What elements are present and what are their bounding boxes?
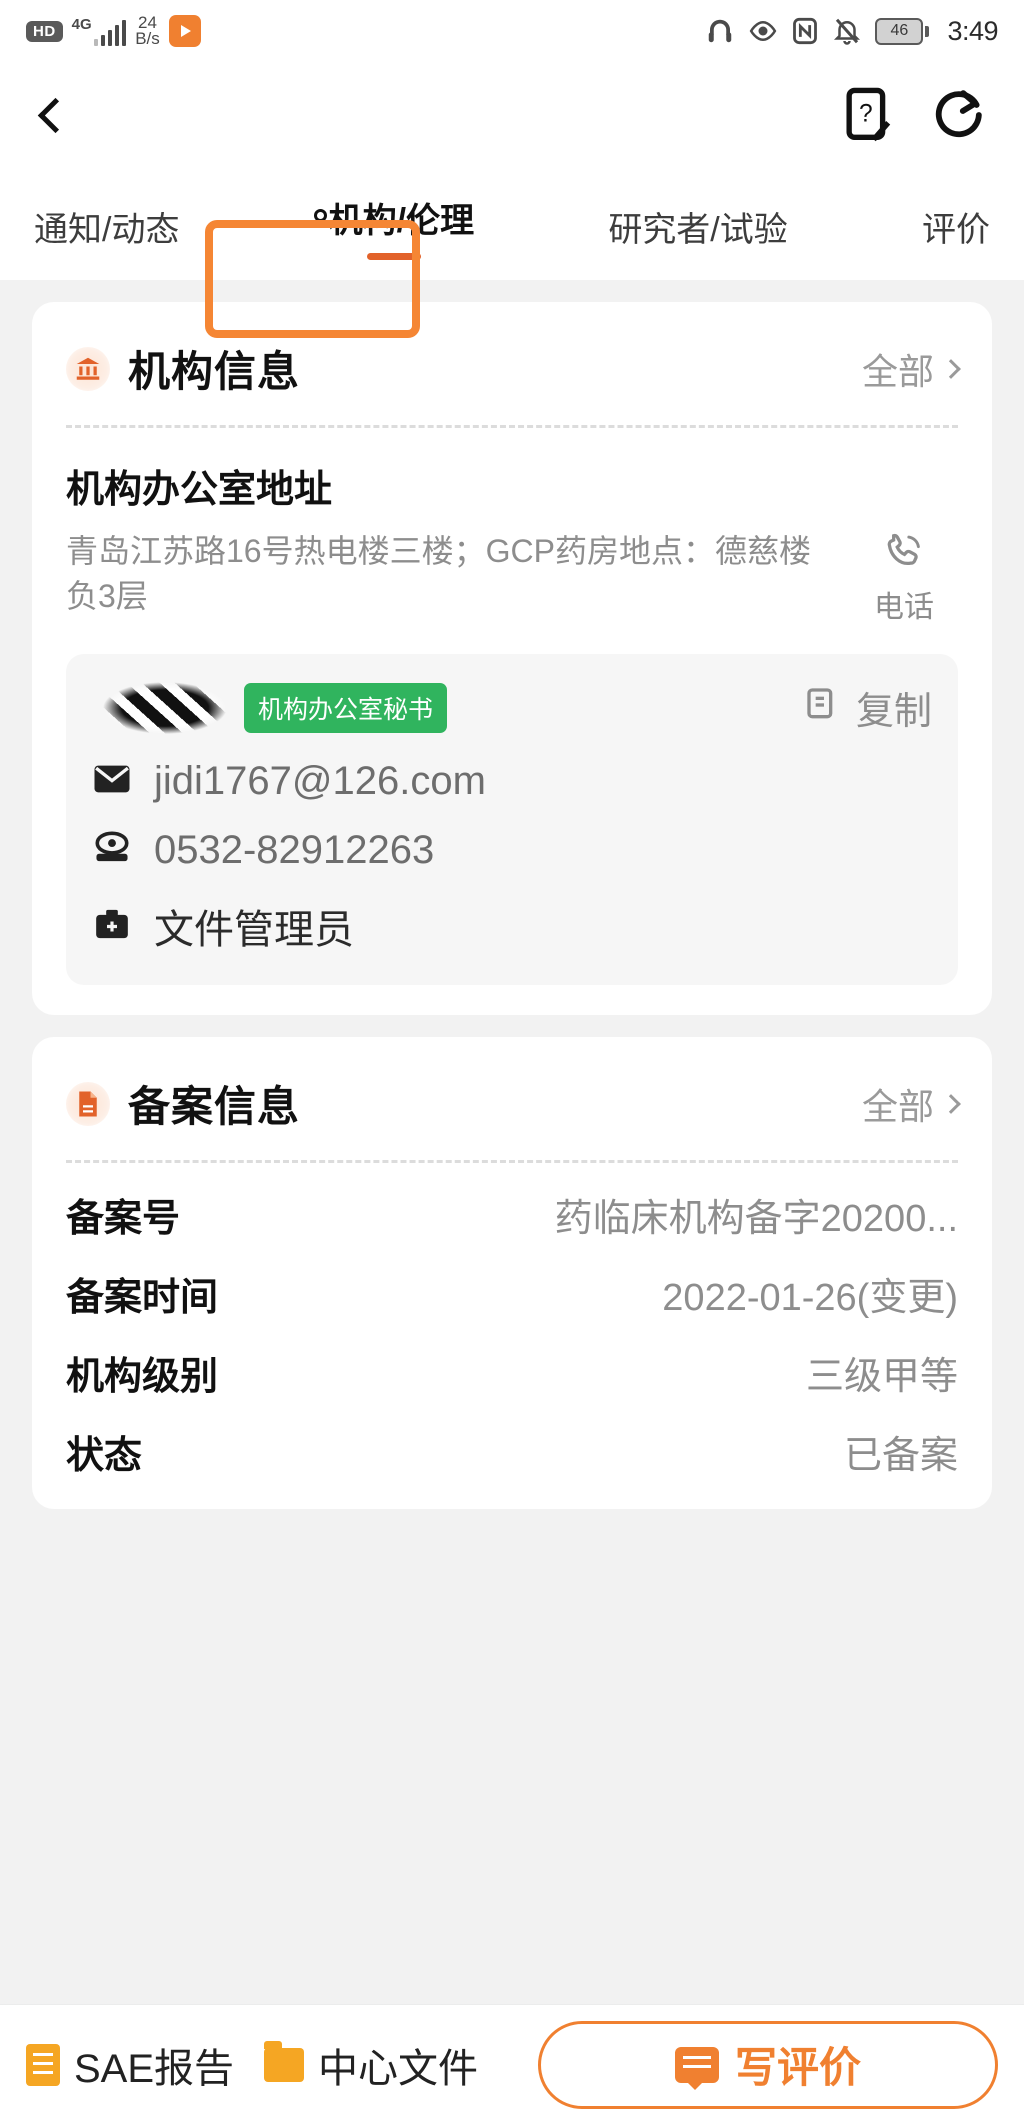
contact-phone: 0532-82912263 bbox=[154, 828, 434, 873]
record-value: 三级甲等 bbox=[806, 1345, 958, 1400]
contact-header: 机构办公室秘书 复制 bbox=[92, 680, 932, 735]
copy-icon bbox=[804, 685, 844, 730]
record-info-card: 备案信息 全部 备案号 药临床机构备字20200... 备案时间 2022-01… bbox=[32, 1037, 992, 1509]
institution-card-title: 机构信息 bbox=[66, 338, 300, 399]
svg-text:?: ? bbox=[859, 100, 873, 127]
table-row: 状态 已备案 bbox=[66, 1424, 958, 1479]
page-content: 机构信息 全部 机构办公室地址 青岛江苏路16号热电楼三楼；GCP药房地点：德慈… bbox=[0, 302, 1024, 1509]
contact-email: jidi1767@126.com bbox=[154, 759, 486, 804]
record-view-all-link[interactable]: 全部 bbox=[862, 1078, 958, 1130]
call-label: 电话 bbox=[874, 582, 934, 626]
network-speed: 24 B/s bbox=[135, 15, 160, 47]
network-type-label: 4G bbox=[72, 17, 92, 32]
document-icon bbox=[26, 2044, 60, 2086]
network-speed-unit: B/s bbox=[135, 29, 160, 48]
location-pin-icon bbox=[314, 209, 327, 222]
record-key: 备案时间 bbox=[66, 1266, 218, 1321]
institution-card-header: 机构信息 全部 bbox=[66, 338, 958, 399]
contact-name-redacted bbox=[100, 682, 230, 734]
chat-icon bbox=[675, 2047, 719, 2083]
tab-list: 通知/动态 机构/伦理 研究者/试验 评价 bbox=[0, 172, 1024, 280]
battery-level: 46 bbox=[891, 23, 909, 39]
bank-icon bbox=[66, 347, 110, 391]
copy-button[interactable]: 复制 bbox=[804, 680, 932, 735]
signal-icon: 4G bbox=[72, 17, 127, 46]
sae-report-label: SAE报告 bbox=[74, 2036, 234, 2094]
record-key: 机构级别 bbox=[66, 1345, 218, 1400]
help-feedback-icon[interactable]: ? bbox=[840, 86, 894, 149]
office-address-title: 机构办公室地址 bbox=[66, 458, 958, 513]
record-key: 备案号 bbox=[66, 1187, 180, 1242]
contact-email-row[interactable]: jidi1767@126.com bbox=[92, 759, 932, 804]
role-badge: 机构办公室秘书 bbox=[244, 683, 447, 733]
center-file-label: 中心文件 bbox=[318, 2036, 478, 2094]
record-key: 状态 bbox=[66, 1424, 142, 1479]
status-bar: HD 4G 24 B/s 46 3:49 bbox=[0, 0, 1024, 62]
nav-bar: ? bbox=[0, 62, 1024, 172]
office-address-row: 青岛江苏路16号热电楼三楼；GCP药房地点：德慈楼负3层 电话 bbox=[66, 529, 958, 626]
tab-label: 研究者/试验 bbox=[608, 202, 787, 251]
briefcase-icon bbox=[92, 905, 132, 948]
view-all-label: 全部 bbox=[862, 1078, 934, 1130]
chevron-right-icon bbox=[941, 359, 961, 379]
tab-label: 通知/动态 bbox=[34, 202, 179, 251]
tab-label: 机构/伦理 bbox=[329, 193, 474, 242]
record-value: 已备案 bbox=[844, 1424, 958, 1479]
record-value: 2022-01-26(变更) bbox=[662, 1266, 958, 1321]
back-icon[interactable] bbox=[34, 100, 68, 134]
battery-icon: 46 bbox=[875, 18, 929, 45]
clock: 3:49 bbox=[947, 16, 998, 47]
bottom-bar: SAE报告 中心文件 写评价 bbox=[0, 2004, 1024, 2124]
record-title: 备案信息 bbox=[128, 1073, 300, 1134]
mail-icon bbox=[92, 762, 132, 801]
call-button[interactable]: 电话 bbox=[850, 529, 958, 626]
table-row: 备案号 药临床机构备字20200... bbox=[66, 1187, 958, 1242]
page-title: 机构信息 bbox=[128, 338, 300, 399]
contact-role: 文件管理员 bbox=[154, 897, 354, 955]
divider bbox=[66, 425, 958, 428]
contact-box: 机构办公室秘书 复制 bbox=[66, 654, 958, 985]
contact-role-row: 文件管理员 bbox=[92, 897, 932, 955]
tab-notifications[interactable]: 通知/动态 bbox=[30, 202, 183, 251]
tab-active-indicator bbox=[367, 253, 421, 260]
refresh-icon[interactable] bbox=[932, 86, 990, 149]
table-row: 备案时间 2022-01-26(变更) bbox=[66, 1266, 958, 1321]
chevron-right-icon bbox=[941, 1094, 961, 1114]
copy-label: 复制 bbox=[856, 680, 932, 735]
telephone-icon bbox=[92, 830, 132, 871]
status-bar-right: 46 3:49 bbox=[705, 16, 998, 47]
signal-bars-icon bbox=[94, 20, 127, 46]
eye-comfort-icon bbox=[748, 16, 778, 46]
view-all-label: 全部 bbox=[862, 343, 934, 395]
tab-bar: 通知/动态 机构/伦理 研究者/试验 评价 bbox=[0, 172, 1024, 280]
status-bar-left: HD 4G 24 B/s bbox=[26, 15, 201, 47]
divider bbox=[66, 1160, 958, 1163]
bell-muted-icon bbox=[832, 16, 862, 46]
sae-report-button[interactable]: SAE报告 bbox=[26, 2036, 234, 2094]
record-card-title: 备案信息 bbox=[66, 1073, 300, 1134]
tab-researcher-trial[interactable]: 研究者/试验 bbox=[604, 202, 791, 251]
nav-actions: ? bbox=[840, 86, 990, 149]
play-icon bbox=[169, 15, 201, 47]
record-value: 药临床机构备字20200... bbox=[555, 1187, 958, 1242]
institution-info-card: 机构信息 全部 机构办公室地址 青岛江苏路16号热电楼三楼；GCP药房地点：德慈… bbox=[32, 302, 992, 1015]
table-row: 机构级别 三级甲等 bbox=[66, 1345, 958, 1400]
write-review-label: 写评价 bbox=[735, 2034, 861, 2095]
folder-icon bbox=[264, 2048, 304, 2082]
tab-review[interactable]: 评价 bbox=[918, 202, 994, 251]
record-card-header: 备案信息 全部 bbox=[66, 1073, 958, 1134]
tab-institution-ethics[interactable]: 机构/伦理 bbox=[310, 193, 478, 260]
tab-label: 评价 bbox=[922, 202, 990, 251]
institution-view-all-link[interactable]: 全部 bbox=[862, 343, 958, 395]
document-icon bbox=[66, 1082, 110, 1126]
hd-icon: HD bbox=[26, 21, 63, 42]
headphones-icon bbox=[705, 16, 735, 46]
contact-phone-row[interactable]: 0532-82912263 bbox=[92, 828, 932, 873]
phone-icon bbox=[881, 529, 927, 580]
center-file-button[interactable]: 中心文件 bbox=[264, 2036, 478, 2094]
nfc-icon bbox=[791, 16, 819, 46]
write-review-button[interactable]: 写评价 bbox=[538, 2021, 998, 2109]
office-address-text: 青岛江苏路16号热电楼三楼；GCP药房地点：德慈楼负3层 bbox=[66, 529, 850, 619]
